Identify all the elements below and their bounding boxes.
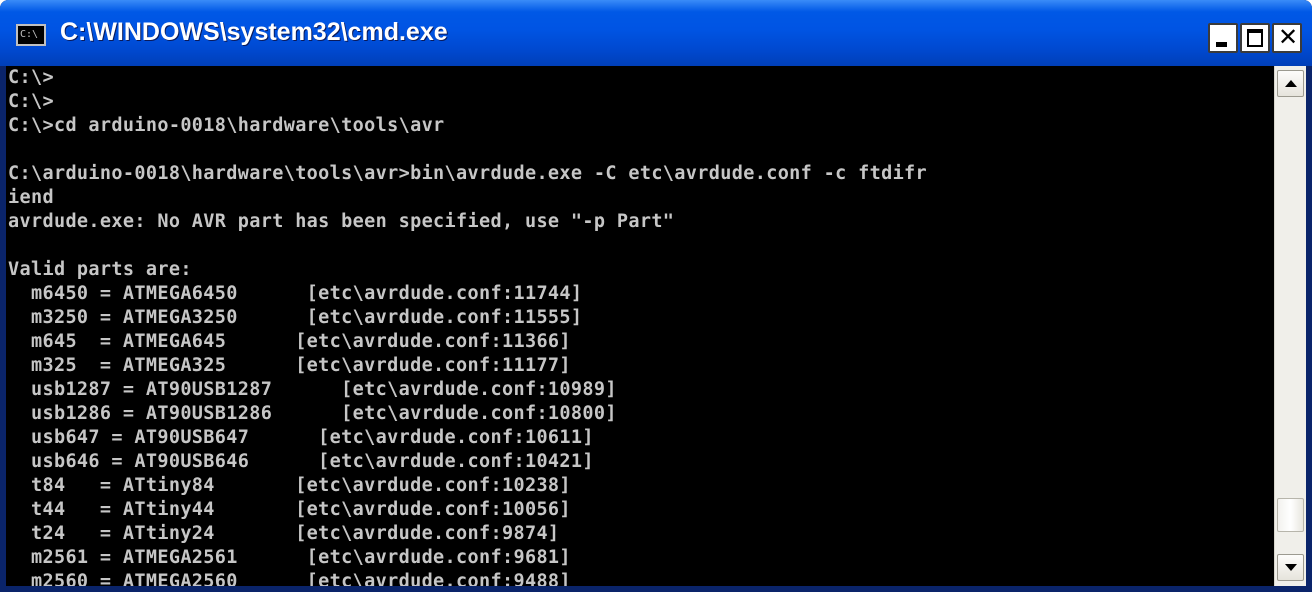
scroll-down-button[interactable] xyxy=(1277,554,1304,581)
console-line: m2561 = ATMEGA2561 [etc\avrdude.conf:968… xyxy=(8,547,571,568)
console-line: C:\> xyxy=(8,91,54,112)
window-title: C:\WINDOWS\system32\cmd.exe xyxy=(60,18,448,46)
console-line: usb647 = AT90USB647 [etc\avrdude.conf:10… xyxy=(8,427,594,448)
maximize-icon xyxy=(1247,29,1263,47)
cmd-window: C:\ C:\WINDOWS\system32\cmd.exe ✕ C:\> C:… xyxy=(0,0,1312,592)
console-line: m325 = ATMEGA325 [etc\avrdude.conf:11177… xyxy=(8,355,571,376)
console-line: m6450 = ATMEGA6450 [etc\avrdude.conf:117… xyxy=(8,283,583,304)
console-line: iend xyxy=(8,187,54,208)
console-line: m645 = ATMEGA645 [etc\avrdude.conf:11366… xyxy=(8,331,571,352)
console-line: C:\> xyxy=(8,67,54,88)
console-line: C:\>cd arduino-0018\hardware\tools\avr xyxy=(8,115,445,136)
console-text: C:\> C:\> C:\>cd arduino-0018\hardware\too… xyxy=(6,66,1274,586)
vertical-scrollbar[interactable] xyxy=(1274,66,1306,586)
console-line: avrdude.exe: No AVR part has been specif… xyxy=(8,211,675,232)
close-button[interactable]: ✕ xyxy=(1272,23,1302,53)
title-bar[interactable]: C:\ C:\WINDOWS\system32\cmd.exe ✕ xyxy=(0,0,1312,66)
console-line: t84 = ATtiny84 [etc\avrdude.conf:10238] xyxy=(8,475,571,496)
minimize-button[interactable] xyxy=(1208,23,1238,53)
minimize-icon xyxy=(1216,42,1227,47)
console-line: usb1287 = AT90USB1287 [etc\avrdude.conf:… xyxy=(8,379,617,400)
close-icon: ✕ xyxy=(1277,23,1299,51)
console-line: usb646 = AT90USB646 [etc\avrdude.conf:10… xyxy=(8,451,594,472)
console-line: m2560 = ATMEGA2560 [etc\avrdude.conf:948… xyxy=(8,571,571,586)
scroll-up-arrow-icon xyxy=(1285,80,1297,87)
maximize-button[interactable] xyxy=(1240,23,1270,53)
cmd-prompt-icon[interactable]: C:\ xyxy=(16,24,46,46)
console-line: m3250 = ATMEGA3250 [etc\avrdude.conf:115… xyxy=(8,307,583,328)
scroll-down-arrow-icon xyxy=(1285,564,1297,571)
console-line: C:\arduino-0018\hardware\tools\avr>bin\a… xyxy=(8,163,928,184)
scroll-up-button[interactable] xyxy=(1277,70,1304,97)
console-line: Valid parts are: xyxy=(8,259,192,280)
console-line: t24 = ATtiny24 [etc\avrdude.conf:9874] xyxy=(8,523,560,544)
console-line: t44 = ATtiny44 [etc\avrdude.conf:10056] xyxy=(8,499,571,520)
console-line: usb1286 = AT90USB1286 [etc\avrdude.conf:… xyxy=(8,403,617,424)
scroll-thumb[interactable] xyxy=(1277,498,1304,532)
console-output[interactable]: C:\> C:\> C:\>cd arduino-0018\hardware\too… xyxy=(6,66,1274,586)
